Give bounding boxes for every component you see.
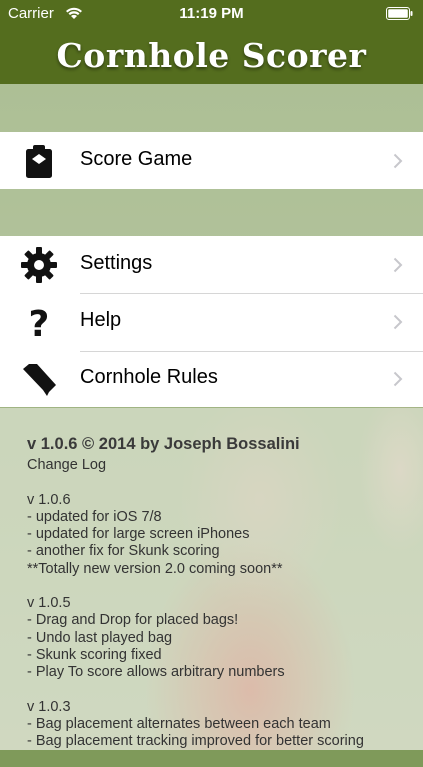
changelog-version: v 1.0.3 xyxy=(27,698,71,715)
changelog-section: v 1.0.5 - Drag and Drop for placed bags!… xyxy=(27,595,417,681)
changelog-line: - updated for large screen iPhones xyxy=(27,526,250,543)
changelog-line: - Bag placement tracking improved for be… xyxy=(27,733,364,750)
changelog-version: v 1.0.5 xyxy=(27,595,71,612)
info-panel: v 1.0.6 © 2014 by Joseph Bossalini Chang… xyxy=(27,435,417,767)
bookmark-icon xyxy=(23,364,56,396)
version-copyright: v 1.0.6 © 2014 by Joseph Bossalini xyxy=(27,435,300,453)
gear-icon xyxy=(21,247,57,283)
nav-header: Cornhole Scorer xyxy=(0,28,423,84)
score-game-label: Score Game xyxy=(80,148,193,170)
changelog-line: - Undo last played bag xyxy=(27,629,173,646)
svg-text:?: ? xyxy=(29,304,50,341)
chevron-right-icon xyxy=(393,371,403,387)
changelog-section: v 1.0.6 - updated for iOS 7/8 - updated … xyxy=(27,492,417,578)
primary-menu-group: Score Game xyxy=(0,132,423,189)
changelog-line: - updated for iOS 7/8 xyxy=(27,508,162,525)
changelog-line: - Play To score allows arbitrary numbers xyxy=(27,664,285,681)
changelog-line: - another fix for Skunk scoring xyxy=(27,543,220,560)
question-mark-icon: ? xyxy=(29,304,50,341)
clipboard-icon xyxy=(26,145,52,178)
secondary-menu-group: Settings ? Help Cornhole Rules xyxy=(0,236,423,407)
changelog-section: v 1.0.3 - Bag placement alternates betwe… xyxy=(27,699,417,751)
changelog-line: - Drag and Drop for placed bags! xyxy=(27,612,239,629)
help-label: Help xyxy=(80,309,122,331)
battery-icon xyxy=(386,7,413,20)
clock: 11:19 PM xyxy=(179,5,244,22)
score-game-row[interactable]: Score Game xyxy=(0,132,423,189)
chevron-right-icon xyxy=(393,314,403,330)
changelog-version: v 1.0.6 xyxy=(27,491,71,508)
app-title: Cornhole Scorer xyxy=(56,36,367,75)
chevron-right-icon xyxy=(393,153,403,169)
status-bar: Carrier 11:19 PM xyxy=(0,0,423,28)
background-band xyxy=(0,84,423,132)
help-row[interactable]: ? Help xyxy=(0,293,423,350)
change-log-label: Change Log xyxy=(27,457,107,474)
changelog-line: - Skunk scoring fixed xyxy=(27,646,162,663)
settings-row[interactable]: Settings xyxy=(0,236,423,293)
changelog-line: **Totally new version 2.0 coming soon** xyxy=(27,560,283,577)
cornhole-rules-label: Cornhole Rules xyxy=(80,366,218,388)
background-band xyxy=(0,188,423,236)
cornhole-rules-row[interactable]: Cornhole Rules xyxy=(0,350,423,407)
settings-label: Settings xyxy=(80,252,153,274)
chevron-right-icon xyxy=(393,257,403,273)
changelog-line: - Bag placement alternates between each … xyxy=(27,715,331,732)
